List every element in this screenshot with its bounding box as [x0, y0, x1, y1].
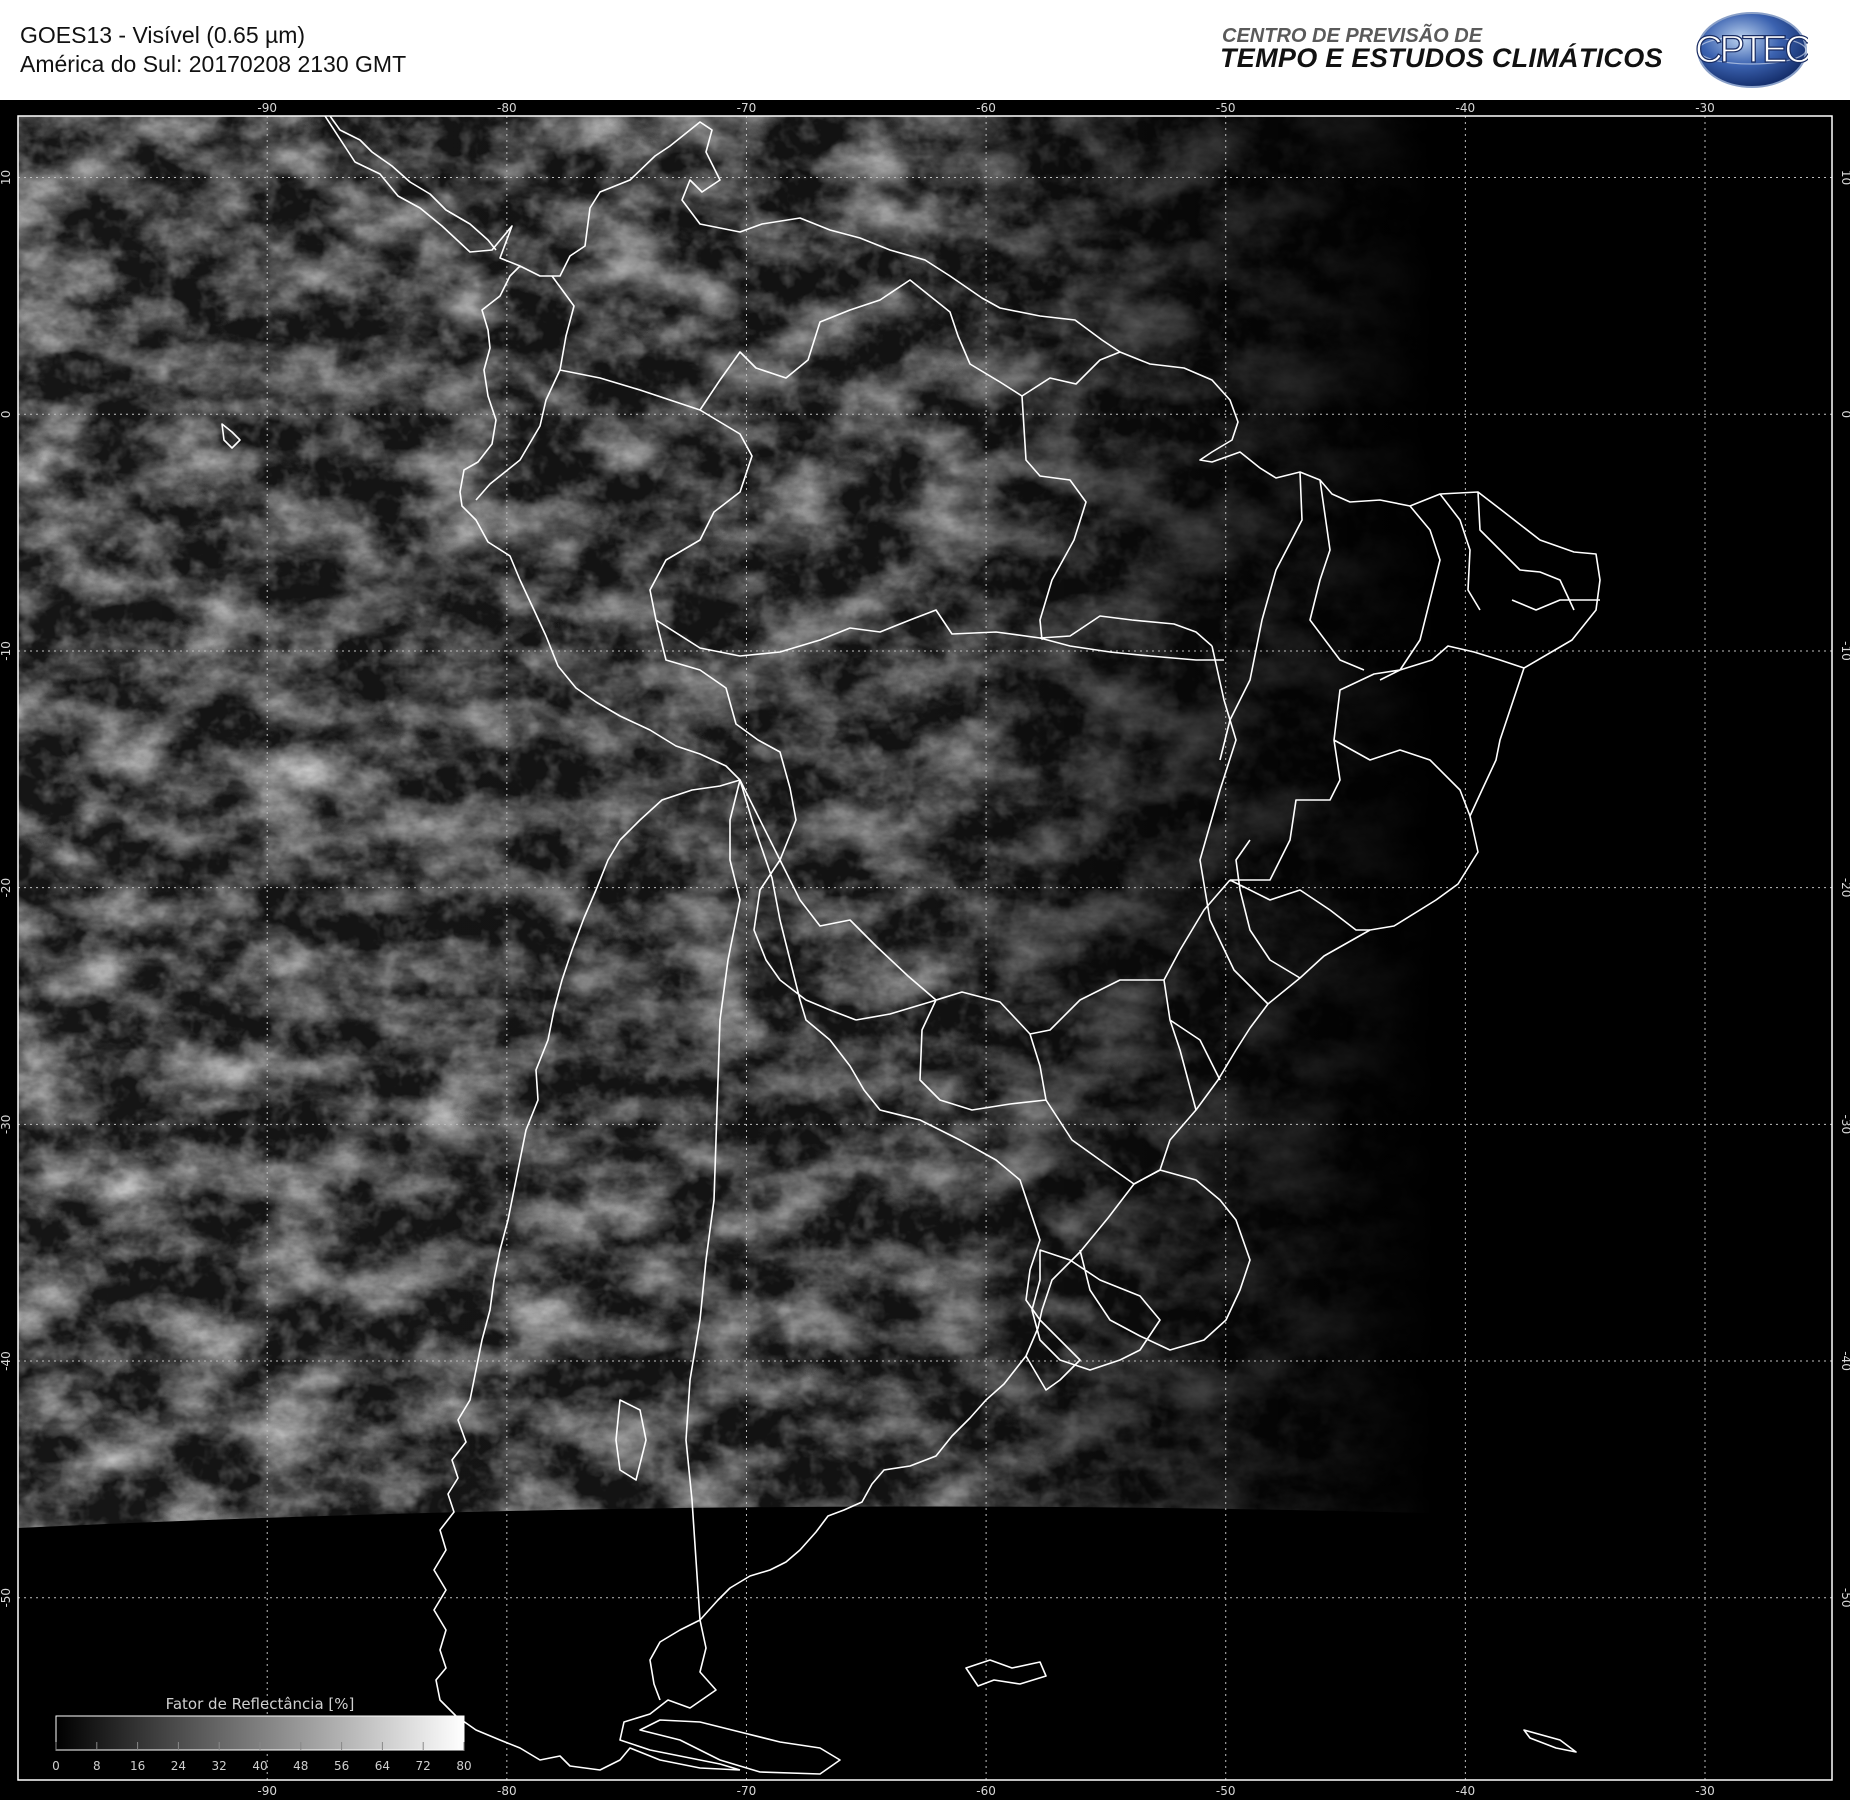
lon-tick-top: -30 — [1695, 101, 1715, 115]
satellite-map-panel: -90 -90 -80 -80 -70 -70 -60 -60 -50 -50 -40 -40 -30 -… — [0, 100, 1850, 1800]
legend-tick-label: 24 — [171, 1759, 186, 1773]
lat-tick-left: -40 — [0, 1351, 13, 1371]
legend-tick-label: 72 — [416, 1759, 431, 1773]
legend-tick-label: 64 — [375, 1759, 390, 1773]
org-name-line2: TEMPO E ESTUDOS CLIMÁTICOS — [1220, 43, 1663, 73]
lat-tick-left: -10 — [0, 641, 13, 661]
lon-tick-bottom: -80 — [497, 1784, 517, 1798]
legend-tick-label: 8 — [93, 1759, 101, 1773]
legend-tick-label: 16 — [130, 1759, 145, 1773]
legend-title: Fator de Reflectância [%] — [166, 1695, 355, 1713]
legend-tick-label: 0 — [52, 1759, 60, 1773]
lat-tick-right: -30 — [1839, 1115, 1850, 1135]
lon-tick-bottom: -60 — [976, 1784, 996, 1798]
lon-tick-top: -60 — [976, 101, 996, 115]
lon-tick-bottom: -30 — [1695, 1784, 1715, 1798]
cptec-logo: CPTEC — [1696, 12, 1808, 88]
lon-tick-bottom: -70 — [737, 1784, 757, 1798]
lon-tick-bottom: -40 — [1456, 1784, 1476, 1798]
lat-tick-right: -10 — [1839, 641, 1850, 661]
image-title: GOES13 - Visível (0.65 µm) — [20, 22, 306, 48]
legend-tick-label: 40 — [252, 1759, 267, 1773]
legend-tick-label: 56 — [334, 1759, 349, 1773]
lon-tick-top: -40 — [1456, 101, 1476, 115]
lat-tick-right: -20 — [1839, 878, 1850, 898]
lon-tick-bottom: -50 — [1216, 1784, 1236, 1798]
lat-tick-left: 0 — [0, 410, 13, 418]
cloud-imagery — [18, 116, 1832, 1780]
legend-tick-label: 32 — [212, 1759, 227, 1773]
image-subtitle: América do Sul: 20170208 2130 GMT — [20, 51, 407, 77]
logo-text: CPTEC — [1696, 29, 1808, 71]
lat-tick-right: 10 — [1839, 170, 1850, 185]
lon-tick-bottom: -90 — [257, 1784, 277, 1798]
lat-tick-left: -50 — [0, 1588, 13, 1608]
lat-tick-right: 0 — [1839, 410, 1850, 418]
lon-tick-top: -90 — [257, 101, 277, 115]
legend-tick-label: 48 — [293, 1759, 308, 1773]
lat-tick-left: 10 — [0, 170, 13, 185]
header: GOES13 - Visível (0.65 µm) América do Su… — [0, 0, 1850, 100]
lon-tick-top: -50 — [1216, 101, 1236, 115]
lon-tick-top: -80 — [497, 101, 517, 115]
lat-tick-right: -50 — [1839, 1588, 1850, 1608]
lat-tick-right: -40 — [1839, 1351, 1850, 1371]
satellite-map[interactable]: -90 -90 -80 -80 -70 -70 -60 -60 -50 -50 -40 -40 -30 -… — [0, 100, 1850, 1800]
lat-tick-left: -20 — [0, 878, 13, 898]
legend-tick-label: 80 — [456, 1759, 471, 1773]
lat-tick-left: -30 — [0, 1115, 13, 1135]
lon-tick-top: -70 — [737, 101, 757, 115]
